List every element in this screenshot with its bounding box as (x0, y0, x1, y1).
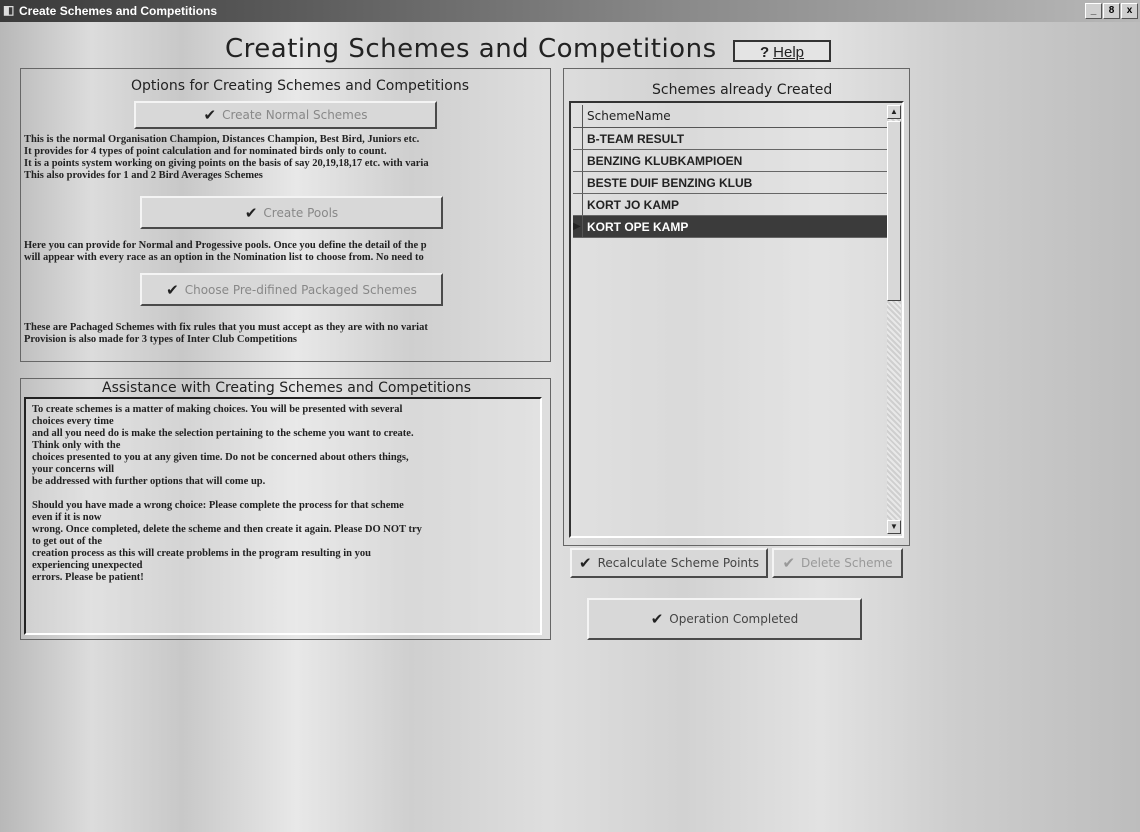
close-button[interactable]: x (1121, 3, 1138, 19)
check-icon: ✔ (782, 554, 796, 572)
packaged-description-2: Provision is also made for 3 types of In… (24, 334, 298, 345)
assistance-line: to get out of the (32, 536, 102, 547)
operation-completed-button[interactable]: ✔ Operation Completed (587, 598, 862, 640)
window-controls: _ 8 x (1085, 3, 1138, 19)
create-pools-label: Create Pools (263, 205, 339, 220)
packaged-description-1: These are Pachaged Schemes with fix rule… (24, 322, 428, 333)
normal-schemes-description-4: This also provides for 1 and 2 Bird Aver… (24, 170, 263, 181)
options-heading: Options for Creating Schemes and Competi… (131, 78, 469, 94)
operation-completed-label: Operation Completed (669, 612, 799, 626)
table-row[interactable]: KORT JO KAMP (573, 194, 891, 216)
scheme-name-cell: B-TEAM RESULT (587, 132, 685, 146)
assistance-line: choices every time (32, 416, 114, 427)
delete-scheme-button[interactable]: ✔ Delete Scheme (772, 548, 903, 578)
delete-scheme-label: Delete Scheme (801, 556, 893, 570)
window-title: Create Schemes and Competitions (19, 4, 218, 18)
assistance-line: To create schemes is a matter of making … (32, 404, 403, 415)
table-row[interactable]: B-TEAM RESULT (573, 128, 891, 150)
schemes-heading: Schemes already Created (652, 82, 833, 98)
create-normal-schemes-button[interactable]: ✔ Create Normal Schemes (134, 101, 437, 129)
check-icon: ✔ (203, 106, 217, 124)
title-bar: ◧ Create Schemes and Competitions _ 8 x (0, 0, 1140, 22)
app-icon: ◧ (3, 3, 15, 17)
pools-description-2: will appear with every race as an option… (24, 252, 424, 263)
assistance-line: wrong. Once completed, delete the scheme… (32, 524, 422, 535)
scroll-up-icon[interactable]: ▲ (887, 105, 901, 119)
scheme-name-cell: KORT OPE KAMP (587, 220, 689, 234)
schemes-grid[interactable]: SchemeName B-TEAM RESULT BENZING KLUBKAM… (569, 101, 904, 538)
assistance-line (32, 488, 534, 500)
assistance-line: choices presented to you at any given ti… (32, 452, 409, 463)
choose-packaged-schemes-label: Choose Pre-difined Packaged Schemes (184, 282, 417, 297)
recalculate-label: Recalculate Scheme Points (597, 556, 759, 570)
assistance-line: errors. Please be patient! (32, 572, 144, 583)
help-question-icon: ? (759, 44, 770, 61)
minimize-button[interactable]: _ (1085, 3, 1102, 19)
check-icon: ✔ (166, 280, 179, 299)
assistance-heading: Assistance with Creating Schemes and Com… (102, 380, 472, 396)
scheme-name-cell: BESTE DUIF BENZING KLUB (587, 176, 753, 190)
restore-button[interactable]: 8 (1103, 3, 1120, 19)
help-label: Help (773, 44, 805, 61)
page-title: Creating Schemes and Competitions (225, 34, 717, 64)
help-button[interactable]: ? Help (733, 40, 831, 62)
choose-packaged-schemes-button[interactable]: ✔ Choose Pre-difined Packaged Schemes (140, 273, 443, 306)
assistance-line: even if it is now (32, 512, 102, 523)
assistance-line: be addressed with further options that w… (32, 476, 266, 487)
assistance-line: experiencing unexpected (32, 560, 143, 571)
assistance-line: Think only with the (32, 440, 121, 451)
assistance-line: creation process as this will create pro… (32, 548, 371, 559)
vertical-scrollbar[interactable]: ▲ ▼ (887, 105, 901, 534)
normal-schemes-description-2: It provides for 4 types of point calcula… (24, 146, 387, 157)
scheme-name-cell: KORT JO KAMP (587, 198, 680, 212)
assistance-text-box: To create schemes is a matter of making … (24, 397, 542, 635)
assistance-line: Should you have made a wrong choice: Ple… (32, 500, 404, 511)
table-row[interactable]: BENZING KLUBKAMPIOEN (573, 150, 891, 172)
scroll-down-icon[interactable]: ▼ (887, 520, 901, 534)
column-header-scheme-name[interactable]: SchemeName (587, 109, 671, 123)
table-row-selected[interactable]: ▶ KORT OPE KAMP (573, 216, 891, 238)
scroll-thumb[interactable] (887, 121, 901, 301)
recalculate-scheme-points-button[interactable]: ✔ Recalculate Scheme Points (570, 548, 768, 578)
check-icon: ✔ (244, 203, 258, 222)
create-pools-button[interactable]: ✔ Create Pools (140, 196, 443, 229)
pools-description-1: Here you can provide for Normal and Prog… (24, 240, 427, 251)
check-icon: ✔ (579, 554, 592, 572)
normal-schemes-description-1: This is the normal Organisation Champion… (24, 134, 420, 145)
table-row[interactable]: BESTE DUIF BENZING KLUB (573, 172, 891, 194)
grid-header: SchemeName (573, 105, 891, 128)
check-icon: ✔ (650, 610, 664, 628)
normal-schemes-description-3: It is a points system working on giving … (24, 158, 429, 169)
scheme-name-cell: BENZING KLUBKAMPIOEN (587, 154, 743, 168)
assistance-line: your concerns will (32, 464, 115, 475)
assistance-line: and all you need do is make the selectio… (32, 428, 414, 439)
create-normal-schemes-label: Create Normal Schemes (222, 108, 368, 122)
row-pointer-icon: ▶ (573, 216, 583, 237)
